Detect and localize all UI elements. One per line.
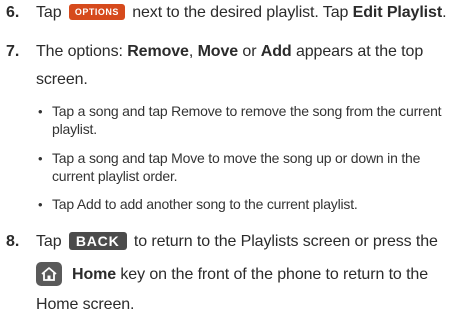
step-7-text-cont: screen. (36, 71, 88, 88)
step-text: Tap (36, 233, 66, 250)
bullet-text: Tap a song and tap Move to move the song… (52, 150, 421, 166)
step-text: , (188, 43, 198, 60)
back-button: BACK (68, 232, 127, 250)
step-6-text: Tap OPTIONS next to the desired playlist… (36, 4, 447, 22)
step-number: 6. (6, 4, 20, 21)
step-7-text: The options: Remove, Move or Add appears… (36, 43, 423, 61)
step-number: 8. (6, 233, 20, 250)
step-8-text-cont: Home key on the front of the phone to re… (72, 266, 428, 284)
step-text: or (238, 43, 261, 60)
options-button: OPTIONS (68, 4, 125, 20)
step-text: appears at the top (291, 43, 424, 60)
step-text: The options: (36, 43, 128, 60)
add-label: Add (260, 43, 292, 60)
bullet-text: Tap Add to add another song to the curre… (52, 196, 358, 212)
home-icon (36, 262, 62, 286)
step-text: key on the front of the phone to return … (116, 266, 429, 283)
step-number: 7. (6, 43, 20, 60)
move-label: Move (197, 43, 239, 60)
remove-label: Remove (127, 43, 189, 60)
bullet-text: playlist. (52, 121, 97, 137)
home-key-label: Home (72, 266, 117, 283)
step-text: Tap (36, 4, 66, 21)
bullet-dot: • (38, 104, 43, 119)
edit-playlist-label: Edit Playlist (352, 4, 443, 21)
bullet-text: Tap a song and tap Remove to remove the … (52, 103, 442, 119)
bullet-dot: • (38, 197, 43, 212)
step-8-text: Tap BACK to return to the Playlists scre… (36, 232, 438, 251)
step-8-text-end: Home screen. (36, 296, 135, 313)
step-text: . (442, 4, 447, 21)
bullet-text: current playlist order. (52, 168, 178, 184)
step-text: to return to the Playlists screen or pre… (129, 233, 438, 250)
step-text: next to the desired playlist. Tap (127, 4, 353, 21)
bullet-dot: • (38, 151, 43, 166)
